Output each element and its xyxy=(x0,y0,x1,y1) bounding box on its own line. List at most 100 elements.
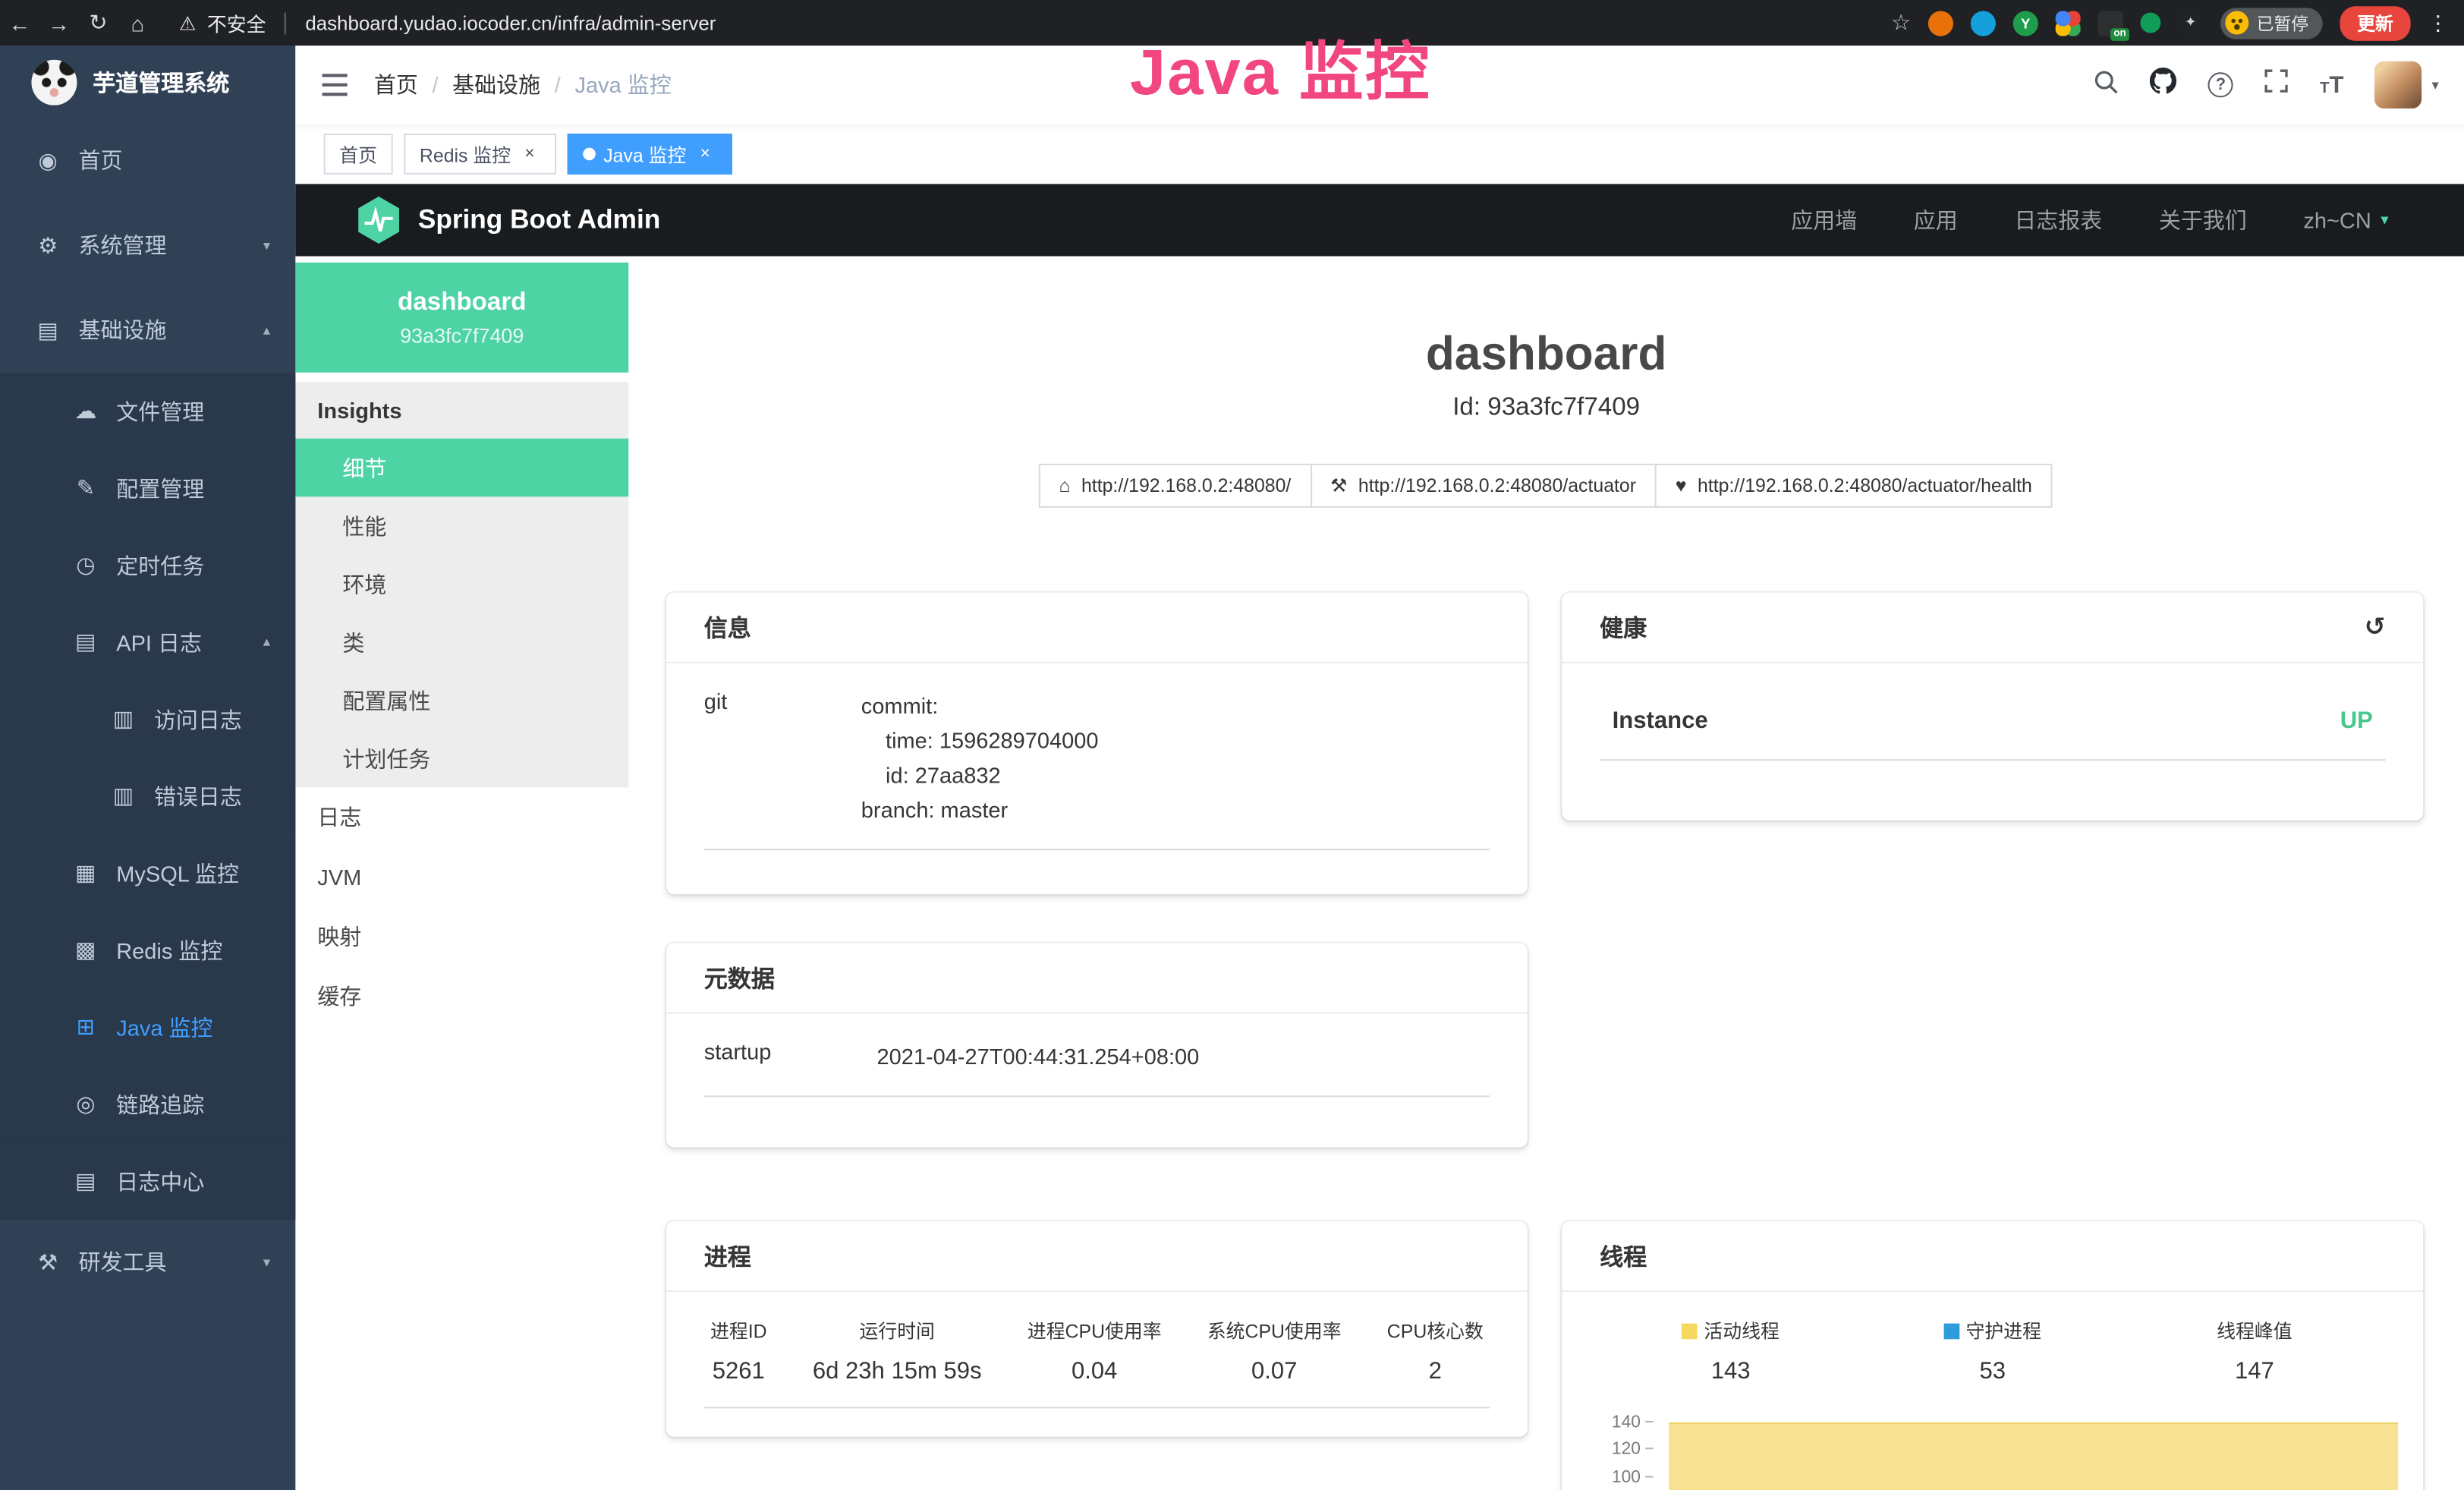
breadcrumb-home[interactable]: 首页 xyxy=(374,69,418,100)
sba-nav-applications[interactable]: 应用 xyxy=(1914,204,1958,235)
active-dot xyxy=(583,148,596,161)
threads-legend: 活动线程 143 守护进程 53 线程峰值 147 xyxy=(1600,1317,2385,1384)
close-icon[interactable]: × xyxy=(518,145,540,164)
page-subtitle: Id: 93a3fc7f7409 xyxy=(628,395,2464,423)
link-health-url[interactable]: ♥http://192.168.0.2:48080/actuator/healt… xyxy=(1655,464,2053,508)
extension-switch-icon[interactable]: on xyxy=(2098,10,2123,35)
extension-orange-icon[interactable] xyxy=(1928,10,1953,35)
sba-menu-mappings[interactable]: 映射 xyxy=(295,907,628,967)
sba-language-select[interactable]: zh~CN ▾ xyxy=(2303,207,2388,232)
security-label[interactable]: 不安全 xyxy=(207,8,266,37)
sidebar-item-redis-monitor[interactable]: ▩Redis 监控 xyxy=(0,912,295,988)
sidebar-logo: 芋道管理系统 xyxy=(0,46,295,118)
forward-button[interactable]: → xyxy=(39,10,79,35)
link-actuator-url[interactable]: ⚒http://192.168.0.2:48080/actuator xyxy=(1310,464,1657,508)
extension-grid-icon[interactable] xyxy=(2056,10,2081,35)
browser-menu-button[interactable]: ⋮ xyxy=(2428,10,2448,35)
instance-label: Instance xyxy=(1613,707,1708,734)
extension-drop-icon[interactable] xyxy=(1971,10,1996,35)
sidebar-item-error-log[interactable]: ▥错误日志 xyxy=(0,758,295,834)
sba-nav-journal[interactable]: 日志报表 xyxy=(2014,204,2102,235)
navbar-actions: ? TT ▾ xyxy=(2094,61,2464,109)
sidebar-item-infrastructure[interactable]: ▤基础设施▴ xyxy=(0,288,295,373)
log-icon: ▥ xyxy=(110,706,137,732)
home-icon: ⌂ xyxy=(1059,474,1070,496)
help-icon[interactable]: ? xyxy=(2208,72,2233,97)
github-icon[interactable] xyxy=(2150,68,2176,102)
close-icon[interactable]: × xyxy=(694,145,716,164)
insights-section: Insights 细节 性能 环境 类 配置属性 计划任务 xyxy=(295,382,628,787)
sba-nav-wallboard[interactable]: 应用墙 xyxy=(1791,204,1857,235)
extension-leaf-icon[interactable] xyxy=(2140,13,2160,33)
sba-menu-classes[interactable]: 类 xyxy=(295,613,628,672)
search-icon[interactable] xyxy=(2094,68,2119,101)
user-menu[interactable]: ▾ xyxy=(2375,61,2439,109)
sidebar-item-files[interactable]: ☁文件管理 xyxy=(0,373,295,449)
reload-button[interactable]: ↻ xyxy=(79,9,118,36)
sidebar-item-tracing[interactable]: ◎链路追踪 xyxy=(0,1066,295,1142)
url-text[interactable]: dashboard.yudao.iocoder.cn/infra/admin-s… xyxy=(305,12,716,34)
tag-redis-monitor[interactable]: Redis 监控× xyxy=(404,134,556,175)
logo-avatar xyxy=(31,59,77,105)
sba-logo[interactable]: Spring Boot Admin xyxy=(358,197,660,244)
sidebar-item-jobs[interactable]: ◷定时任务 xyxy=(0,527,295,603)
sidebar-item-home[interactable]: ◉首页 xyxy=(0,118,295,203)
hamburger-icon[interactable] xyxy=(295,72,374,97)
sidebar-item-mysql-monitor[interactable]: ▦MySQL 监控 xyxy=(0,835,295,912)
sba-menu-scheduled-tasks[interactable]: 计划任务 xyxy=(295,729,628,788)
sba-menu-jvm[interactable]: JVM xyxy=(295,847,628,907)
tag-home[interactable]: 首页 xyxy=(324,134,393,175)
address-bar[interactable]: ⚠ 不安全 dashboard.yudao.iocoder.cn/infra/a… xyxy=(179,8,716,37)
tag-java-monitor[interactable]: Java 监控× xyxy=(568,134,732,175)
admin-sidebar: 芋道管理系统 ◉首页 ⚙系统管理▾ ▤基础设施▴ ☁文件管理 ✎配置管理 ◷定时… xyxy=(0,46,295,1490)
sba-menu-caches[interactable]: 缓存 xyxy=(295,967,628,1027)
paused-badge[interactable]: 已暂停 xyxy=(2220,7,2323,38)
process-card: 进程 进程ID5261 运行时间6d 23h 15m 59s 进程CPU使用率0… xyxy=(666,1221,1528,1437)
user-avatar xyxy=(2375,61,2422,109)
home-button[interactable]: ⌂ xyxy=(118,10,157,35)
sba-brand: Spring Boot Admin xyxy=(418,204,660,235)
link-base-url[interactable]: ⌂http://192.168.0.2:48080/ xyxy=(1039,464,1312,508)
warning-icon: ⚠ xyxy=(179,12,196,34)
sba-instance-header[interactable]: dashboard 93a3fc7f7409 xyxy=(295,263,628,373)
sba-nav-about[interactable]: 关于我们 xyxy=(2159,204,2247,235)
sidebar-item-java-monitor[interactable]: ⊞Java 监控 xyxy=(0,989,295,1066)
eye-icon: ◎ xyxy=(72,1091,99,1117)
annotation-java-monitor: Java 监控 xyxy=(1130,19,1431,113)
update-button[interactable]: 更新 xyxy=(2340,5,2410,40)
extension-dark-icon[interactable]: ✦ xyxy=(2178,10,2203,35)
legend-daemon-threads: 守护进程 53 xyxy=(1861,1317,2123,1384)
sidebar-item-dev-tools[interactable]: ⚒研发工具▾ xyxy=(0,1220,295,1305)
browser-toolbar-right: ☆ Y on ✦ 已暂停 更新 ⋮ xyxy=(1891,5,2464,40)
metadata-key: startup xyxy=(704,1039,877,1074)
bookmark-star-icon[interactable]: ☆ xyxy=(1891,9,1911,36)
sidebar-item-access-log[interactable]: ▥访问日志 xyxy=(0,681,295,758)
metadata-value: 2021-04-27T00:44:31.254+08:00 xyxy=(877,1039,1200,1074)
sba-menu-logs[interactable]: 日志 xyxy=(295,787,628,847)
health-instance-row: Instance UP xyxy=(1600,688,2385,761)
info-row-git: git commit: time: 1596289704000 id: 27aa… xyxy=(704,688,1490,850)
sba-hexagon-icon xyxy=(358,197,399,244)
sidebar-item-system[interactable]: ⚙系统管理▾ xyxy=(0,203,295,288)
browser-window: ← → ↻ ⌂ ⚠ 不安全 dashboard.yudao.iocoder.cn… xyxy=(0,0,2464,1490)
monitor-icon: ⊞ xyxy=(72,1014,99,1041)
stat-pid: 进程ID5261 xyxy=(710,1317,767,1384)
extension-green-icon[interactable]: Y xyxy=(2013,10,2038,35)
font-size-icon[interactable]: TT xyxy=(2320,71,2344,98)
sidebar-item-api-log[interactable]: ▤API 日志▴ xyxy=(0,603,295,680)
history-icon[interactable]: ↺ xyxy=(2365,612,2386,643)
sba-menu-metrics[interactable]: 性能 xyxy=(295,496,628,555)
sba-menu-details[interactable]: 细节 xyxy=(295,439,628,497)
chevron-down-icon: ▾ xyxy=(263,237,270,254)
health-card-title: 健康 xyxy=(1600,611,1647,644)
sba-menu-environment[interactable]: 环境 xyxy=(295,555,628,613)
sidebar-item-log-center[interactable]: ▤日志中心 xyxy=(0,1142,295,1219)
sba-menu-config-props[interactable]: 配置属性 xyxy=(295,671,628,729)
instance-name: dashboard xyxy=(398,288,526,317)
back-button[interactable]: ← xyxy=(0,10,39,35)
sidebar-item-config[interactable]: ✎配置管理 xyxy=(0,449,295,526)
clock-icon: ◷ xyxy=(72,552,99,578)
metadata-row-startup: startup 2021-04-27T00:44:31.254+08:00 xyxy=(704,1039,1490,1098)
breadcrumb-infrastructure[interactable]: 基础设施 xyxy=(452,69,540,100)
fullscreen-icon[interactable] xyxy=(2264,69,2288,100)
